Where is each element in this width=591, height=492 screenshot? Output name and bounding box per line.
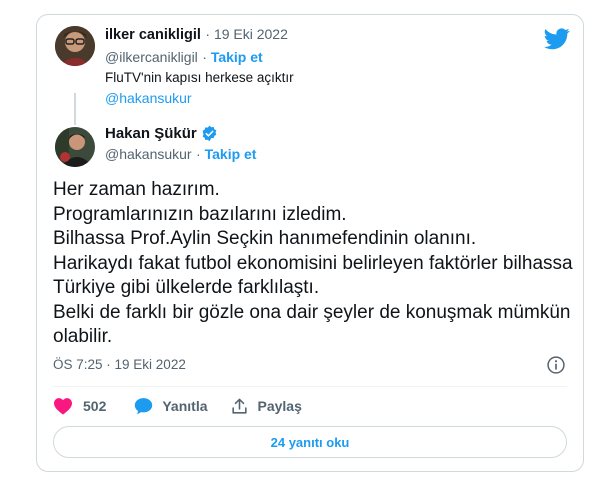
verified-badge-icon <box>202 125 217 142</box>
share-icon <box>231 398 247 414</box>
author-follow-button[interactable]: Takip et <box>205 146 257 162</box>
thread-line <box>74 93 76 125</box>
speech-bubble-icon <box>135 398 153 415</box>
quoted-text: FluTV'nin kapısı herkese açıktır <box>105 70 294 85</box>
reply-button[interactable]: Yanıtla <box>134 397 208 415</box>
embedded-tweet-card: ilker canikligil · 19 Eki 2022 @ilkercan… <box>36 14 584 472</box>
action-bar: 502 Yanıtla Paylaş <box>53 395 302 417</box>
quoted-follow-button[interactable]: Takip et <box>211 49 263 65</box>
reply-label: Yanıtla <box>162 398 208 414</box>
avatar-image <box>55 127 95 167</box>
quoted-handle[interactable]: @ilkercanikligil <box>105 49 198 65</box>
quoted-mention-link[interactable]: @hakansukur <box>105 90 192 106</box>
read-replies-button[interactable]: 24 yanıtı oku <box>53 426 567 458</box>
like-button[interactable]: 502 <box>53 397 106 415</box>
share-label: Paylaş <box>257 398 302 414</box>
divider <box>53 386 567 387</box>
info-icon[interactable] <box>546 355 566 375</box>
separator: · <box>205 26 214 42</box>
avatar-hakan[interactable] <box>55 127 95 167</box>
tweet-body: Her zaman hazırım. Programlarınızın bazı… <box>53 179 573 347</box>
quoted-date[interactable]: 19 Eki 2022 <box>214 26 288 42</box>
quoted-display-name[interactable]: ilker canikligil <box>105 27 201 43</box>
author-display-name[interactable]: Hakan Şükür <box>105 125 197 142</box>
like-count: 502 <box>83 398 107 414</box>
heart-icon <box>54 398 72 415</box>
tweet-timestamp[interactable]: ÖS 7:25 · 19 Eki 2022 <box>53 357 186 372</box>
twitter-bird-icon[interactable] <box>544 28 570 50</box>
avatar-ilker[interactable] <box>55 26 95 66</box>
share-button[interactable]: Paylaş <box>230 397 302 416</box>
separator: · <box>196 146 205 162</box>
avatar-image <box>55 26 95 66</box>
author-handle[interactable]: @hakansukur <box>105 146 192 162</box>
read-replies-label: 24 yanıtı oku <box>270 434 350 450</box>
separator: · <box>202 49 211 65</box>
